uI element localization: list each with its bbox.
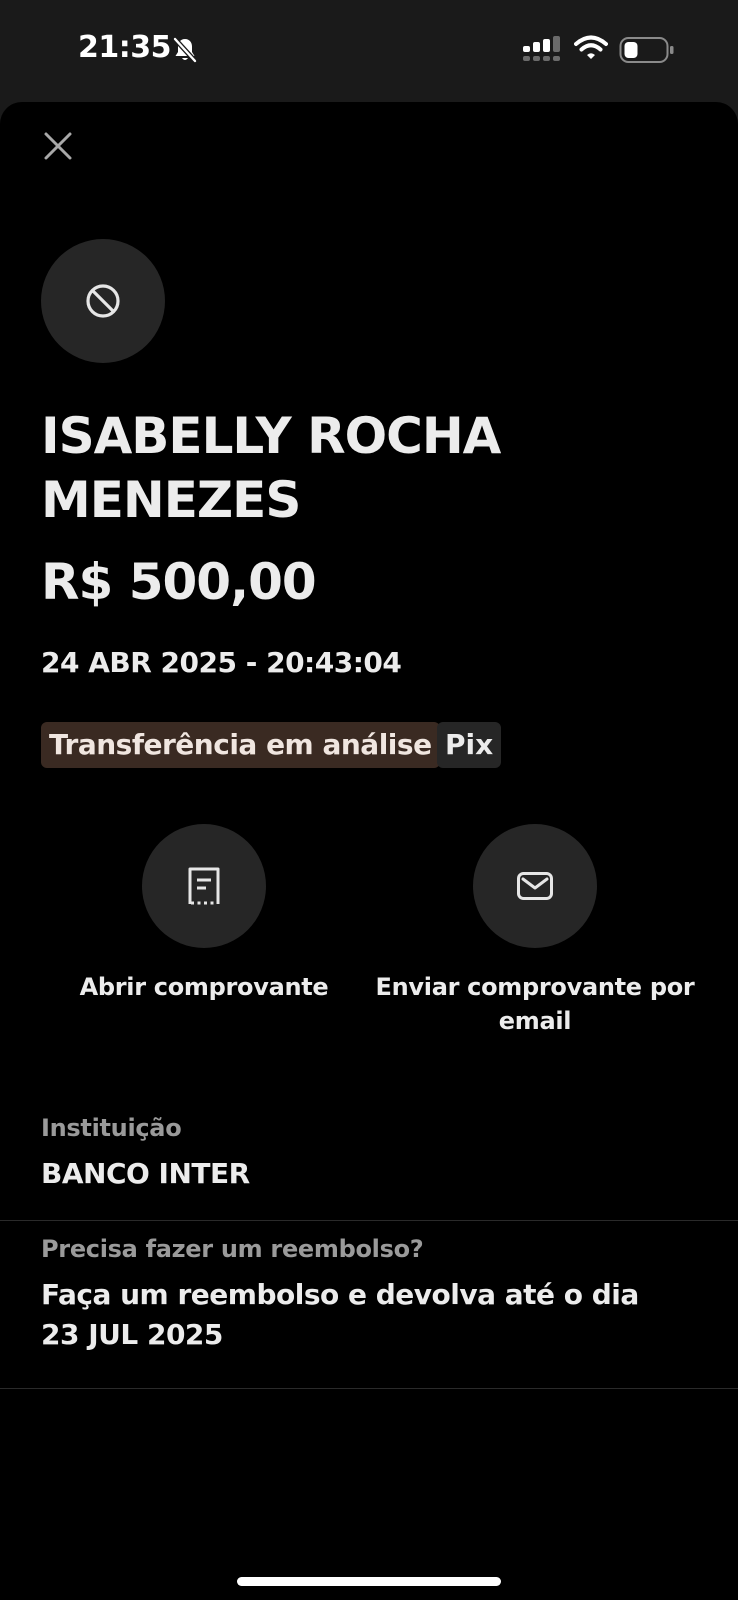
signal-icon	[523, 36, 560, 61]
transaction-datetime: 24 ABR 2025 - 20:43:04	[41, 646, 402, 679]
email-receipt-button[interactable]	[473, 824, 597, 948]
refund-section[interactable]: Precisa fazer um reembolso? Faça um reem…	[0, 1221, 738, 1389]
avatar	[41, 239, 165, 363]
email-receipt-action: Enviar comprovante por email	[365, 824, 705, 1038]
mail-icon	[517, 872, 553, 900]
status-bar: 21:35	[0, 0, 738, 100]
recipient-name: ISABELLY ROCHA MENEZES	[41, 407, 501, 529]
refund-label: Precisa fazer um reembolso?	[41, 1235, 424, 1263]
bell-slash-icon	[173, 37, 197, 63]
home-indicator	[237, 1577, 501, 1586]
institution-section: Instituição BANCO INTER	[0, 1100, 738, 1221]
transaction-amount: R$ 500,00	[41, 553, 317, 611]
blocked-icon	[86, 284, 120, 318]
battery-icon	[619, 37, 674, 63]
open-receipt-action: Abrir comprovante	[34, 824, 374, 1004]
type-badge: Pix	[437, 722, 502, 768]
open-receipt-button[interactable]	[142, 824, 266, 948]
close-icon	[44, 132, 72, 160]
receipt-icon	[188, 867, 220, 905]
wifi-icon	[574, 35, 608, 59]
status-time: 21:35	[78, 30, 172, 65]
institution-value: BANCO INTER	[41, 1157, 250, 1190]
email-receipt-label: Enviar comprovante por email	[375, 973, 695, 1035]
refund-value: Faça um reembolso e devolva até o dia 23…	[41, 1278, 639, 1351]
close-button[interactable]	[36, 124, 80, 168]
institution-label: Instituição	[41, 1114, 182, 1142]
open-receipt-label: Abrir comprovante	[79, 973, 329, 1001]
status-badge: Transferência em análise	[41, 722, 440, 768]
